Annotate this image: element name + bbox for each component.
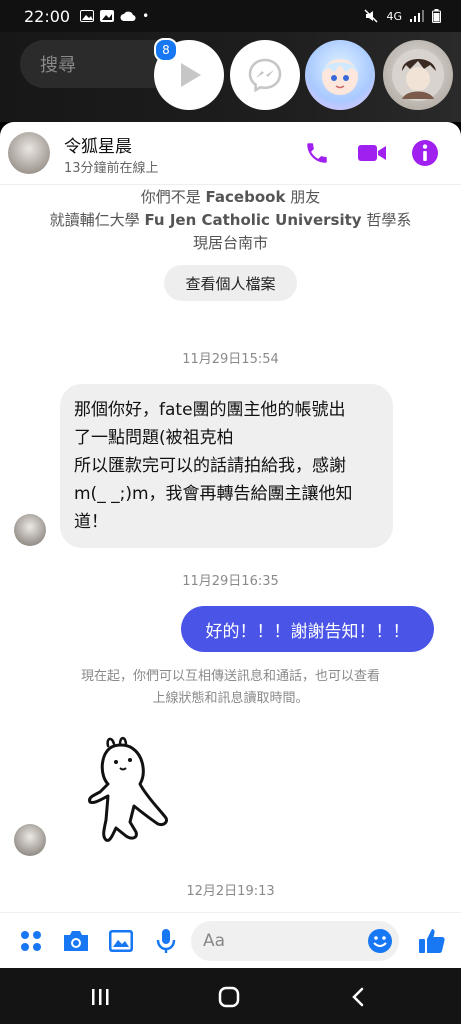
messenger-icon: [248, 58, 282, 93]
contact-avatar-icon: [392, 49, 444, 101]
message-line: 所以匯款完可以的話請拍給我，感謝: [74, 456, 346, 476]
timestamp: 11月29日16:35: [182, 574, 279, 589]
message-line: 那個你好，fate團的團主他的帳號出: [74, 400, 346, 420]
message-line: 了一點問題(被祖克柏: [74, 428, 234, 448]
education-prefix: 就讀輔仁大學: [49, 211, 145, 229]
messenger-bubble[interactable]: [230, 40, 300, 110]
status-bar: 22:00 • 4G: [0, 0, 461, 32]
contact-avatar[interactable]: [8, 132, 50, 174]
message-line: 道！: [74, 512, 108, 532]
friend-status-suffix: 朋友: [285, 188, 321, 206]
like-button[interactable]: [418, 927, 446, 955]
signal-icon: [410, 10, 424, 22]
home-button[interactable]: [211, 980, 247, 1014]
anime-avatar-icon: [322, 59, 358, 95]
chat-window: 令狐星晨 13分鐘前在線上 你們不是 Facebook 朋友 就讀輔仁大學 Fu…: [0, 122, 461, 968]
gallery-notification-icon: [100, 10, 115, 22]
home-icon: [218, 986, 240, 1008]
contact-name[interactable]: 令狐星晨: [64, 132, 132, 157]
education-suffix: 哲學系: [361, 211, 412, 229]
timestamp: 12月2日19:13: [186, 884, 275, 899]
gallery-icon: [109, 930, 133, 952]
back-button[interactable]: [340, 980, 376, 1014]
gallery-button[interactable]: [107, 927, 135, 955]
view-profile-button[interactable]: 查看個人檔案: [164, 265, 297, 301]
more-actions-button[interactable]: [17, 927, 45, 955]
friend-status-line: 你們不是 Facebook 朋友: [0, 186, 461, 207]
status-right-icons: 4G: [364, 9, 441, 23]
network-type: 4G: [386, 9, 402, 23]
play-icon: [181, 63, 201, 87]
battery-icon: [432, 9, 441, 23]
mute-icon: [364, 9, 378, 23]
phone-call-button[interactable]: [300, 136, 334, 170]
connection-notice-line: 上線狀態和訊息讀取時間。: [152, 691, 309, 706]
back-icon: [352, 987, 364, 1007]
chat-head-avatar-anime[interactable]: [305, 40, 375, 110]
emoji-icon: [368, 929, 392, 953]
sender-avatar[interactable]: [14, 514, 46, 546]
unread-badge: 8: [154, 38, 178, 62]
outgoing-message[interactable]: 好的！！！謝謝告知！！！: [181, 606, 434, 652]
camera-button[interactable]: [62, 927, 90, 955]
location-line: 現居台南市: [192, 234, 268, 252]
education-school: Fu Jen Catholic University: [144, 211, 362, 229]
timestamp: 11月29日15:54: [182, 352, 279, 367]
video-call-button[interactable]: [355, 136, 389, 170]
status-notification-icons: •: [80, 9, 149, 23]
cloud-notification-icon: [120, 11, 136, 22]
sender-avatar[interactable]: [14, 824, 46, 856]
image-notification-icon: [80, 10, 95, 22]
status-dot: •: [142, 9, 150, 23]
contact-status: 13分鐘前在線上: [64, 161, 159, 176]
status-time: 22:00: [24, 6, 71, 26]
chat-header: 令狐星晨 13分鐘前在線上: [0, 122, 461, 185]
conversation-info-button[interactable]: [408, 136, 442, 170]
connection-notice-line: 現在起，你們可以互相傳送訊息和通話，也可以查看: [80, 669, 380, 684]
thumbs-up-icon: [419, 929, 445, 953]
video-icon: [358, 145, 386, 161]
message-line: m(_ _;)m，我會再轉告給團主讓他知: [74, 484, 353, 504]
phone-icon: [307, 143, 327, 163]
info-icon: [412, 140, 438, 166]
chat-head-avatar-contact[interactable]: [383, 40, 453, 110]
apps-icon: [21, 931, 41, 951]
message-composer: Aa: [0, 912, 461, 968]
mic-icon: [156, 929, 176, 953]
education-line: 就讀輔仁大學 Fu Jen Catholic University 哲學系: [0, 209, 461, 230]
incoming-message[interactable]: 那個你好，fate團的團主他的帳號出 了一點問題(被祖克柏 所以匯款完可以的話請…: [60, 384, 393, 548]
system-navigation-bar: [0, 968, 461, 1024]
camera-icon: [64, 931, 88, 951]
friend-status-brand: Facebook: [205, 188, 286, 206]
friend-status-prefix: 你們不是: [140, 188, 206, 206]
sticker-message[interactable]: [86, 736, 176, 848]
recents-icon: [92, 989, 109, 1005]
sticker-character-icon: [88, 736, 168, 842]
recent-apps-button[interactable]: [82, 980, 118, 1014]
voice-button[interactable]: [152, 927, 180, 955]
emoji-button[interactable]: [366, 927, 394, 955]
